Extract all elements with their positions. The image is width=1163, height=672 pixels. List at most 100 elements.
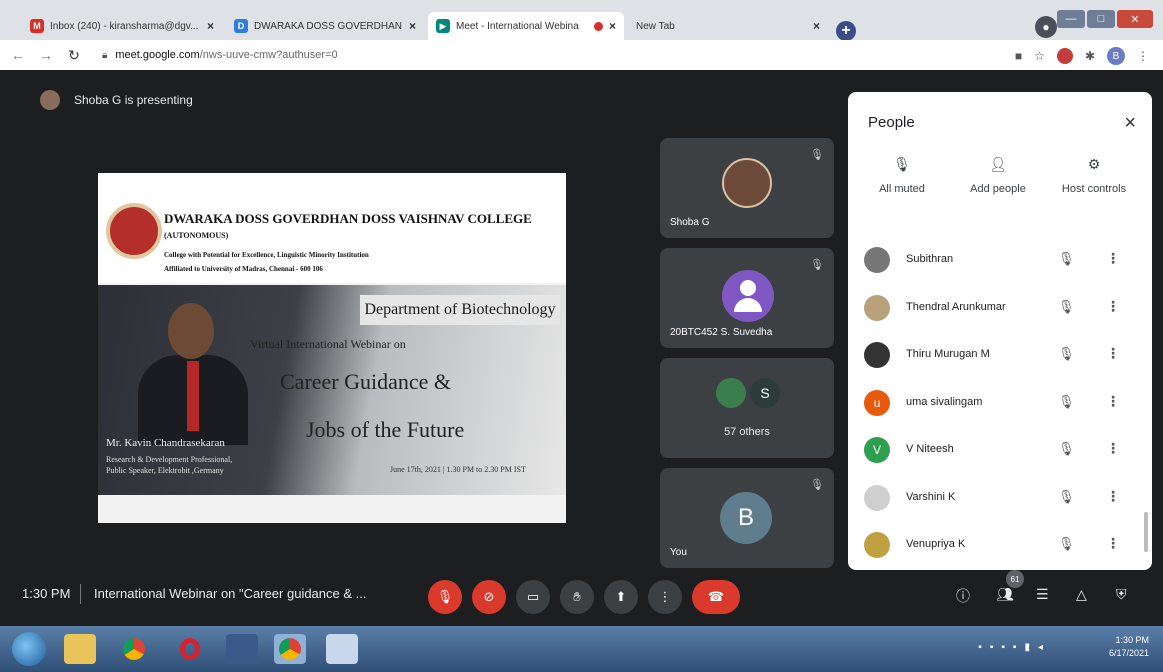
- new-tab-button[interactable]: +: [836, 21, 856, 41]
- others-tile[interactable]: S 57 others: [660, 358, 834, 458]
- profile-icon[interactable]: ●: [1035, 16, 1057, 38]
- tab-close-button[interactable]: ×: [207, 19, 214, 33]
- participant-avatar: [864, 484, 890, 511]
- tray-icon[interactable]: ▪: [978, 642, 982, 653]
- captions-button[interactable]: ▭: [516, 580, 550, 614]
- webinar-title-2: Jobs of the Future: [306, 417, 465, 442]
- chat-icon[interactable]: ☰: [1036, 586, 1049, 603]
- close-window-icon[interactable]: ✕: [1117, 10, 1153, 28]
- info-icon[interactable]: ⓘ: [956, 586, 970, 606]
- mic-off-icon: 🎙︎: [1058, 393, 1075, 409]
- leave-call-button[interactable]: ☎︎: [692, 580, 740, 614]
- present-button[interactable]: ⬆︎: [604, 580, 638, 614]
- host-shield-icon[interactable]: ⛨: [1116, 586, 1127, 603]
- presenting-text: Shoba G is presenting: [74, 93, 193, 107]
- self-tile[interactable]: B 🎙︎ You: [660, 468, 834, 568]
- host-controls-icon: ⚙︎: [1087, 156, 1101, 172]
- tab-newtab[interactable]: New Tab ×: [628, 12, 828, 40]
- more-options-button[interactable]: ⋮: [648, 580, 682, 614]
- more-options-icon[interactable]: ⋮: [1106, 440, 1120, 457]
- speaker-name: Mr. Kavin Chandrasekaran: [106, 437, 225, 449]
- puzzle-icon[interactable]: ✱: [1085, 49, 1095, 63]
- profile-avatar[interactable]: B: [1107, 47, 1125, 65]
- meet-area: Shoba G is presenting DWARAKA DOSS GOVER…: [0, 70, 1163, 626]
- more-options-icon[interactable]: ⋮: [1106, 535, 1120, 552]
- chrome-icon[interactable]: [118, 634, 150, 664]
- host-controls-button[interactable]: ⚙︎ Host controls: [1044, 156, 1144, 195]
- mic-toggle-button[interactable]: 🎙︎: [428, 580, 462, 614]
- tab-close-button[interactable]: ×: [409, 19, 416, 33]
- clock-date: 6/17/2021: [1108, 648, 1149, 658]
- tray-icon[interactable]: ▪: [990, 642, 994, 653]
- divider: [80, 584, 81, 604]
- list-item[interactable]: Venupriya K 🎙︎ ⋮: [848, 523, 1152, 570]
- participant-tile-suvedha[interactable]: 🎙︎ 20BTC452 S. Suvedha: [660, 248, 834, 348]
- signal-icon[interactable]: ▮: [1024, 642, 1030, 653]
- participant-tile-shoba[interactable]: 🎙︎ Shoba G: [660, 138, 834, 238]
- more-options-icon[interactable]: ⋮: [1106, 345, 1120, 362]
- minimize-icon[interactable]: —: [1057, 10, 1085, 28]
- more-options-icon[interactable]: ⋮: [1106, 250, 1120, 267]
- more-options-icon[interactable]: ⋮: [1106, 488, 1120, 505]
- action-label: Host controls: [1061, 183, 1127, 195]
- maximize-icon[interactable]: □: [1087, 10, 1115, 28]
- list-item[interactable]: V V Niteesh 🎙︎ ⋮: [848, 428, 1152, 476]
- extension-icon[interactable]: [1056, 48, 1073, 64]
- tab-close-button[interactable]: ×: [813, 19, 820, 33]
- mic-off-icon: 🎙︎: [1058, 441, 1075, 456]
- more-options-icon[interactable]: ⋮: [1106, 298, 1120, 315]
- panel-scrollbar[interactable]: [1144, 512, 1148, 552]
- url-field[interactable]: 🔒︎ meet.google.com/nws-uuve-cmw?authuser…: [102, 49, 338, 61]
- system-clock[interactable]: 1:30 PM 6/17/2021: [1109, 634, 1149, 660]
- participant-name: Varshini K: [906, 490, 956, 503]
- tab-gmail[interactable]: M Inbox (240) - kiransharma@dgv... ×: [22, 12, 222, 40]
- all-muted-button[interactable]: 🎙︎ All muted: [852, 156, 952, 195]
- document-app-icon[interactable]: [326, 634, 358, 664]
- meeting-title: International Webinar on "Career guidanc…: [94, 586, 367, 601]
- list-item[interactable]: Subithran 🎙︎ ⋮: [848, 238, 1152, 286]
- participant-photo: [722, 158, 772, 208]
- chrome-active-icon[interactable]: [274, 634, 306, 664]
- participant-avatar: V: [864, 437, 890, 463]
- opera-icon[interactable]: [174, 634, 206, 664]
- participant-avatar: S: [750, 378, 780, 408]
- participant-name: V Niteesh: [906, 443, 954, 455]
- volume-icon[interactable]: ◂: [1038, 642, 1043, 653]
- action-label: All muted: [879, 183, 925, 195]
- list-item[interactable]: Varshini K 🎙︎ ⋮: [848, 476, 1152, 524]
- camera-toggle-button[interactable]: ⊘: [472, 580, 506, 614]
- file-explorer-icon[interactable]: [64, 634, 96, 664]
- window-controls: — □ ✕: [1057, 10, 1153, 28]
- tab-title: Inbox (240) - kiransharma@dgv...: [50, 20, 199, 32]
- close-panel-button[interactable]: ×: [1124, 112, 1136, 135]
- list-item[interactable]: u uma sivalingam 🎙︎ ⋮: [848, 381, 1152, 429]
- raise-hand-button[interactable]: ✋︎: [560, 580, 594, 614]
- address-bar: ← → ↻ 🔒︎ meet.google.com/nws-uuve-cmw?au…: [0, 40, 1163, 70]
- tab-meet[interactable]: ▶ Meet - International Webina ×: [428, 12, 624, 40]
- list-item[interactable]: Thendral Arunkumar 🎙︎ ⋮: [848, 286, 1152, 334]
- os-taskbar: ▪ ▪ ▪ ▪ ▮ ◂ 1:30 PM 6/17/2021: [0, 626, 1163, 672]
- people-icon[interactable]: 👥︎: [996, 586, 1014, 603]
- list-item[interactable]: Thiru Murugan M 🎙︎ ⋮: [848, 333, 1152, 381]
- tab-close-button[interactable]: ×: [609, 19, 616, 33]
- activities-icon[interactable]: △: [1076, 586, 1087, 603]
- camera-icon[interactable]: ■: [1015, 49, 1022, 63]
- more-options-icon[interactable]: ⋮: [1106, 393, 1120, 410]
- menu-icon[interactable]: ⋮: [1137, 49, 1149, 63]
- mic-off-icon: 🎙︎: [893, 156, 911, 172]
- participant-name: Shoba G: [670, 217, 710, 228]
- add-people-button[interactable]: 👤︎ Add people: [948, 156, 1048, 195]
- tray-icon[interactable]: ▪: [1013, 642, 1017, 653]
- star-icon[interactable]: ☆: [1034, 49, 1045, 63]
- tab-college[interactable]: D DWARAKA DOSS GOVERDHAN D... ×: [226, 12, 424, 40]
- forward-icon[interactable]: →: [36, 47, 56, 63]
- taskbar-app-icon[interactable]: [226, 634, 258, 664]
- clock-time: 1:30 PM: [1115, 635, 1149, 645]
- reload-icon[interactable]: ↻: [64, 47, 84, 64]
- start-button[interactable]: [12, 632, 46, 666]
- college-tagline: College with Potential for Excellence, L…: [164, 251, 369, 259]
- back-icon[interactable]: ←: [8, 47, 28, 63]
- tray-icon[interactable]: ▪: [1001, 642, 1005, 653]
- speaker-photo: [138, 295, 248, 445]
- browser-tabstrip: M Inbox (240) - kiransharma@dgv... × D D…: [0, 0, 1163, 41]
